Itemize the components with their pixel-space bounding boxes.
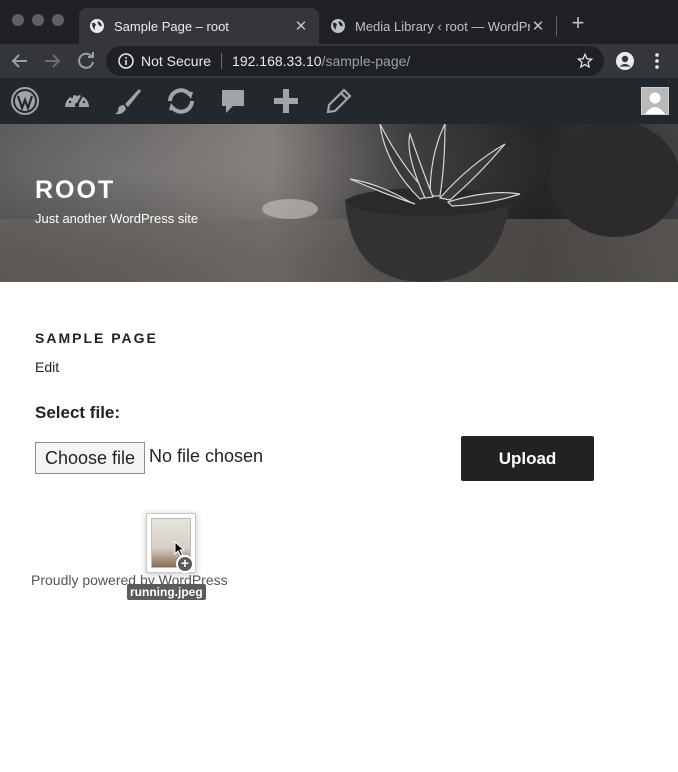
forward-arrow-icon[interactable] <box>40 49 64 73</box>
back-arrow-icon[interactable] <box>8 49 32 73</box>
page-title: SAMPLE PAGE <box>35 330 158 346</box>
window-close-button[interactable] <box>12 14 24 26</box>
file-field-label: Select file: <box>35 403 121 422</box>
address-bar[interactable]: Not Secure 192.168.33.10 /sample-page/ <box>106 46 604 76</box>
tab-media-library[interactable]: Media Library ‹ root — WordPr ✕ <box>320 8 556 44</box>
browser-tab-bar: Sample Page – root ✕ Media Library ‹ roo… <box>0 0 678 44</box>
globe-icon <box>90 19 104 33</box>
dashboard-icon[interactable] <box>62 86 92 116</box>
upload-button[interactable]: Upload <box>461 436 594 481</box>
address-divider <box>221 53 223 69</box>
tab-close-icon[interactable]: ✕ <box>530 17 546 35</box>
reload-icon[interactable] <box>74 49 98 73</box>
window-zoom-button[interactable] <box>52 14 64 26</box>
edit-page-link[interactable]: Edit <box>35 359 59 375</box>
tab-title: Media Library ‹ root — WordPr <box>355 18 530 34</box>
site-header: ROOT Just another WordPress site <box>0 124 678 282</box>
url-host: 192.168.33.10 <box>232 53 322 69</box>
site-description: Just another WordPress site <box>35 211 199 226</box>
comments-icon[interactable] <box>218 86 248 116</box>
kebab-menu-icon[interactable] <box>650 51 664 71</box>
choose-file-button[interactable]: Choose file <box>35 442 145 474</box>
file-status-text: No file chosen <box>149 446 264 466</box>
window-minimize-button[interactable] <box>32 14 44 26</box>
bookmark-star-icon[interactable] <box>576 52 594 70</box>
tab-title: Sample Page – root <box>114 18 229 34</box>
new-content-icon[interactable] <box>271 86 301 116</box>
updates-icon[interactable] <box>164 86 198 116</box>
tab-sample-page[interactable]: Sample Page – root ✕ <box>79 8 319 44</box>
dragged-file-name: running.jpeg <box>127 584 206 600</box>
browser-toolbar: Not Secure 192.168.33.10 /sample-page/ <box>0 44 678 78</box>
security-label: Not Secure <box>141 53 212 69</box>
tab-separator <box>556 16 557 36</box>
url-path: /sample-page/ <box>321 53 411 69</box>
copy-plus-badge: + <box>176 555 194 573</box>
edit-pencil-icon[interactable] <box>324 86 354 116</box>
tab-close-icon[interactable]: ✕ <box>293 17 309 35</box>
profile-icon[interactable] <box>615 51 635 71</box>
user-avatar[interactable] <box>641 87 669 115</box>
wp-admin-bar <box>0 78 678 124</box>
customize-brush-icon[interactable] <box>113 86 143 116</box>
user-silhouette-icon <box>645 92 665 114</box>
site-title[interactable]: ROOT <box>35 176 115 205</box>
wordpress-logo-icon[interactable] <box>10 86 40 116</box>
info-icon[interactable] <box>118 53 134 69</box>
new-tab-button[interactable]: + <box>566 12 590 36</box>
globe-icon <box>331 19 345 33</box>
